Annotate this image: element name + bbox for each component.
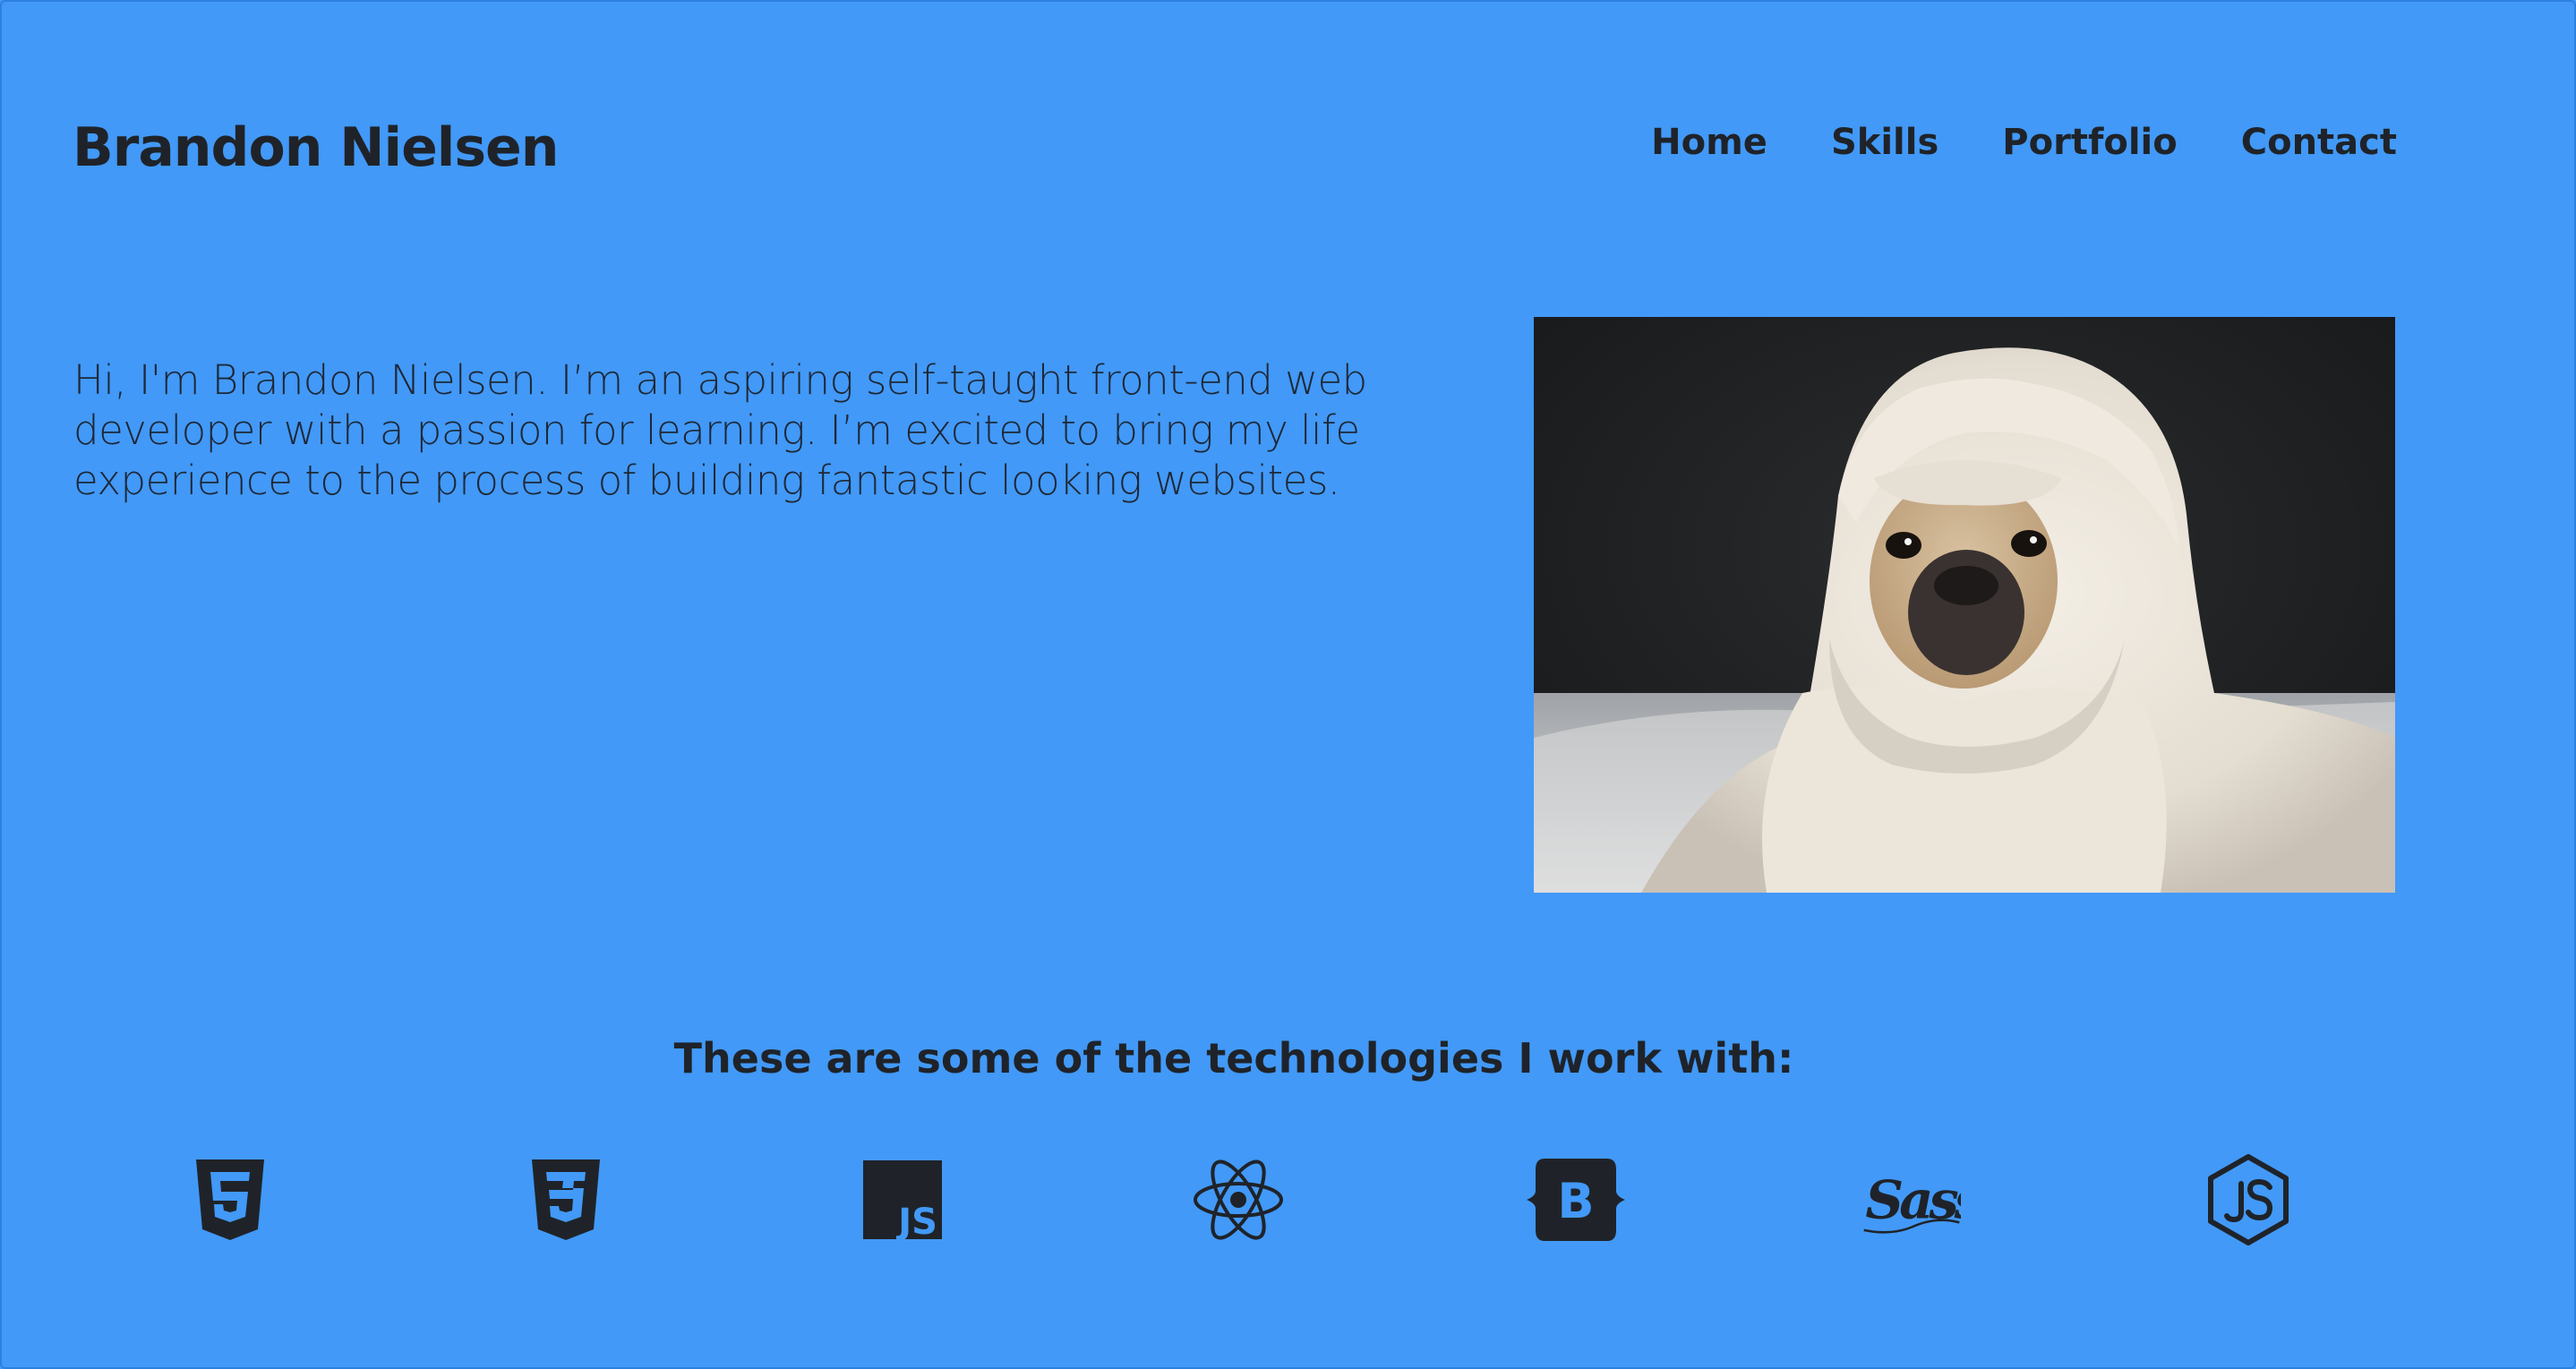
page: Brandon Nielsen Home Skills Portfolio Co… xyxy=(0,0,2576,1369)
svg-text:JS: JS xyxy=(895,1202,937,1239)
nav-link-home[interactable]: Home xyxy=(1651,122,1767,163)
hero-photo xyxy=(1534,317,2395,893)
html5-icon xyxy=(181,1151,279,1249)
technologies-row: JS B Sass xyxy=(181,1151,2330,1249)
main-nav: Home Skills Portfolio Contact xyxy=(1651,122,2397,163)
technologies-heading: These are some of the technologies I wor… xyxy=(673,1034,1794,1083)
intro-text: Hi, I'm Brandon Nielsen. I’m an aspiring… xyxy=(73,356,1367,504)
nav-link-portfolio[interactable]: Portfolio xyxy=(2002,122,2177,163)
bootstrap-icon: B xyxy=(1527,1151,1625,1249)
svg-text:B: B xyxy=(1557,1173,1594,1229)
javascript-icon: JS xyxy=(853,1151,952,1249)
site-header: Brandon Nielsen Home Skills Portfolio Co… xyxy=(73,109,2397,188)
nav-link-contact[interactable]: Contact xyxy=(2241,122,2397,163)
css3-icon xyxy=(517,1151,615,1249)
nav-link-skills[interactable]: Skills xyxy=(1831,122,1938,163)
nodejs-icon xyxy=(2199,1151,2298,1249)
react-icon xyxy=(1189,1151,1288,1249)
brand-name[interactable]: Brandon Nielsen xyxy=(73,116,559,179)
sass-icon: Sass xyxy=(1862,1151,1961,1249)
